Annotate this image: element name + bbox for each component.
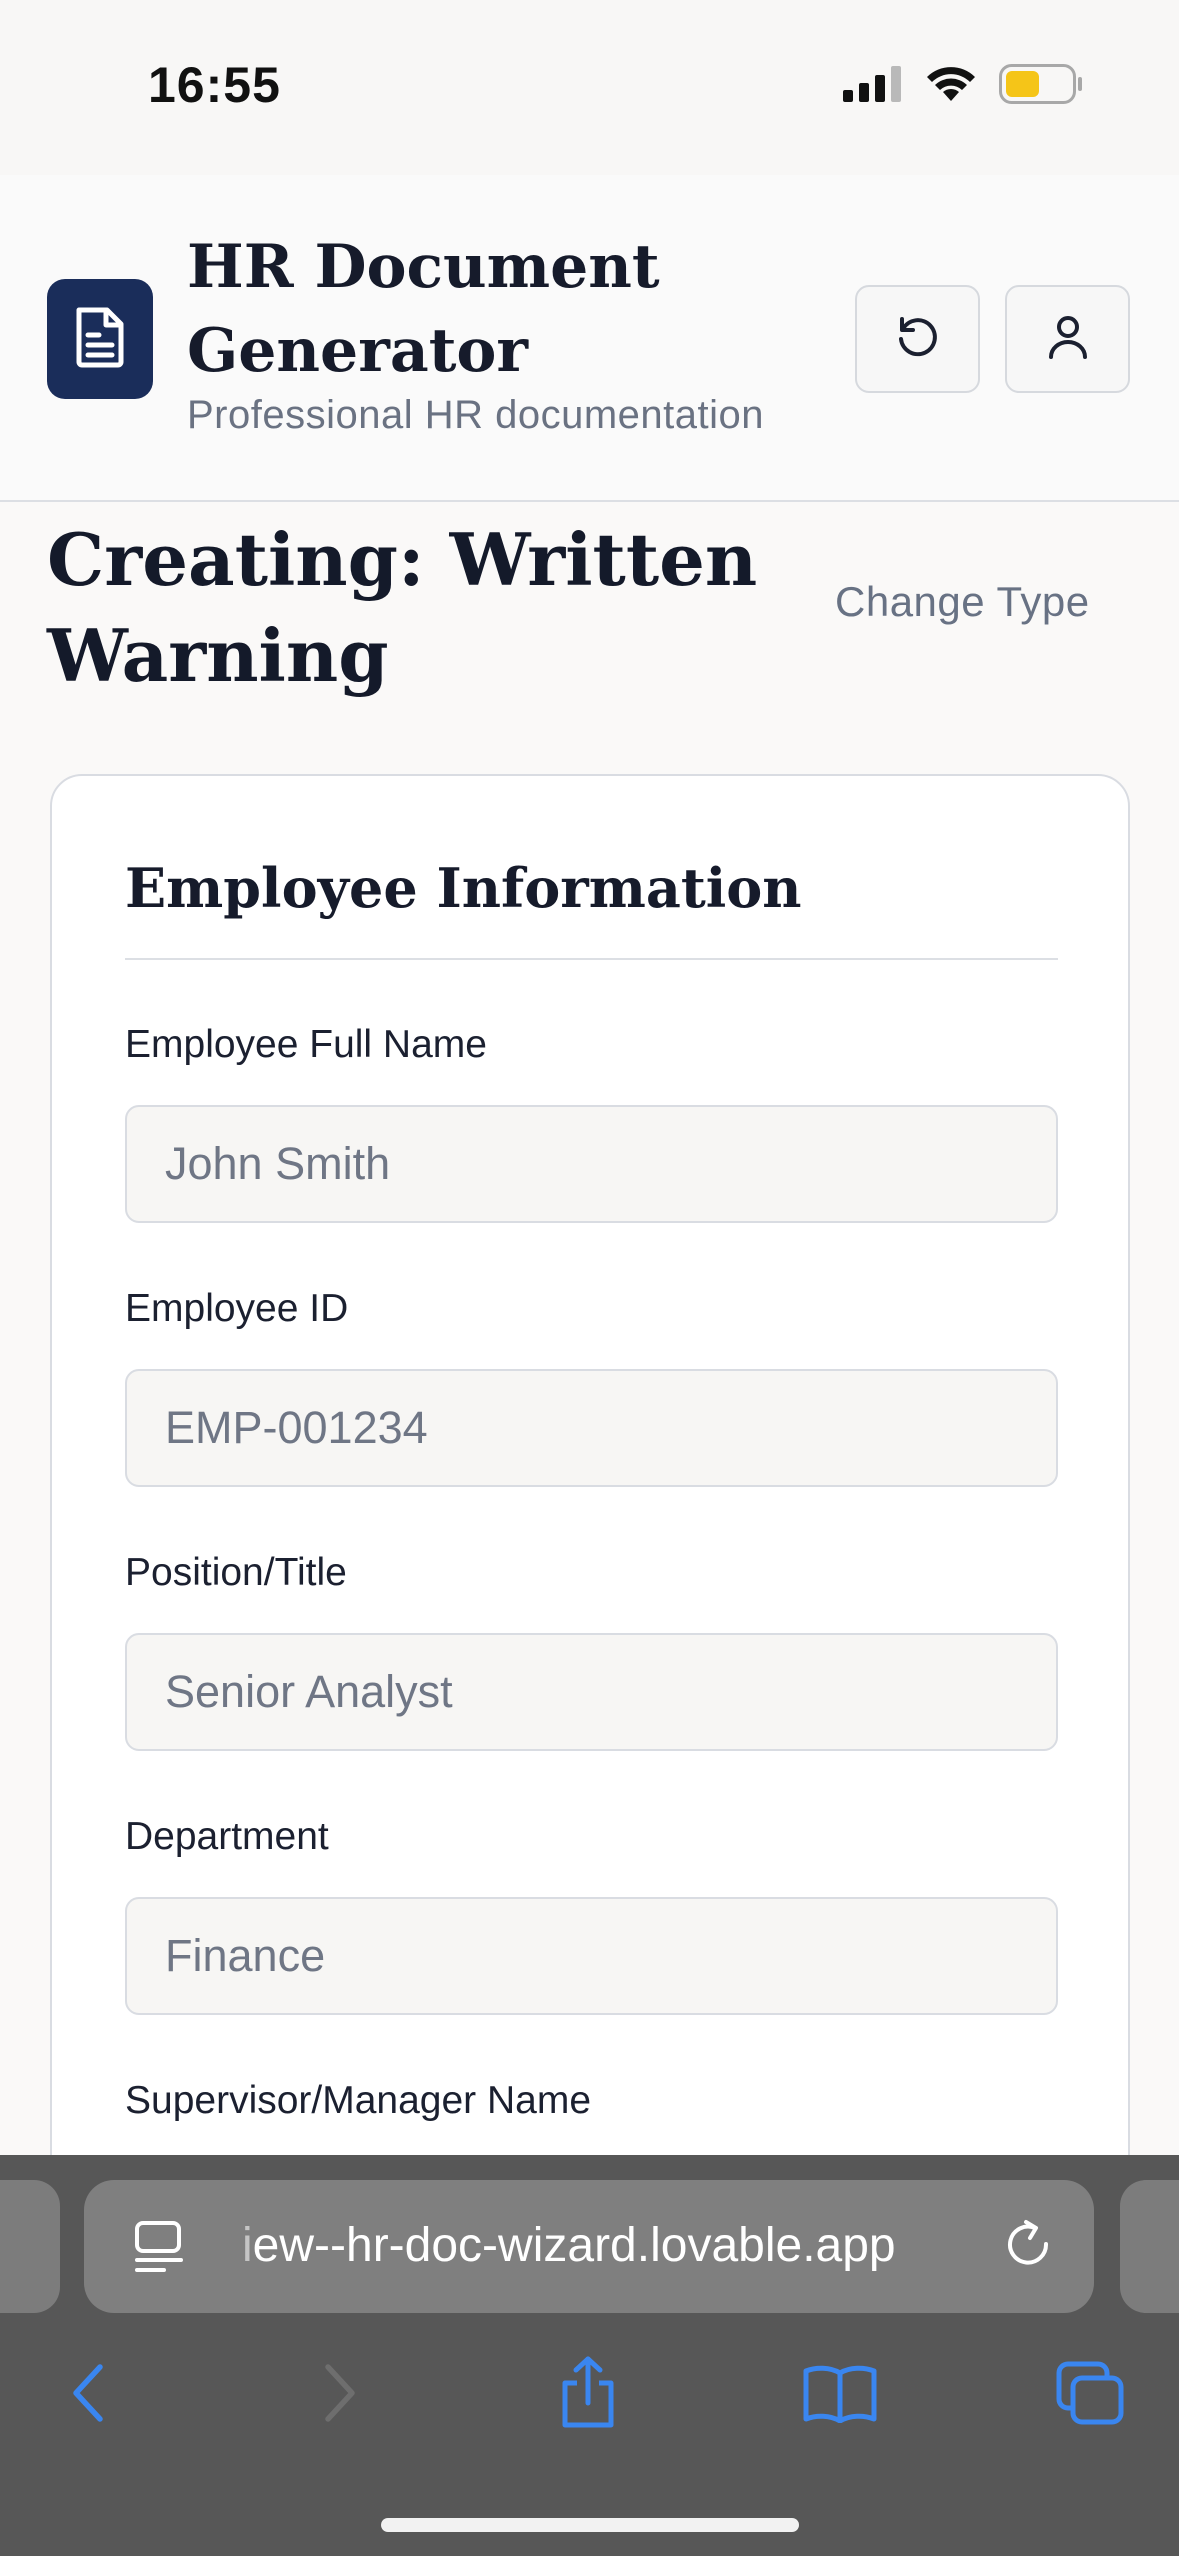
home-indicator [381,2518,799,2532]
user-icon [1046,313,1090,366]
reset-icon [894,313,942,366]
tabs-icon [1055,2360,1125,2431]
employee-name-input[interactable] [125,1105,1058,1223]
status-icons [843,64,1083,109]
bookmarks-icon [802,2363,878,2428]
forward-icon [320,2361,360,2430]
change-type-button[interactable]: Change Type [835,578,1090,626]
reset-button[interactable] [855,285,980,393]
reload-icon[interactable] [1002,2218,1056,2277]
supervisor-name-label: Supervisor/Manager Name [125,2079,592,2122]
back-icon [68,2361,108,2430]
share-button[interactable] [538,2345,638,2445]
previous-tab-preview[interactable] [0,2180,60,2313]
user-button[interactable] [1005,285,1130,393]
app-header: HR Document Generator Professional HR do… [0,175,1179,502]
section-divider [125,958,1058,960]
status-time: 16:55 [148,57,281,113]
position-input[interactable] [125,1633,1058,1751]
department-input[interactable] [125,1897,1058,2015]
employee-id-input[interactable] [125,1369,1058,1487]
bookmarks-button[interactable] [790,2345,890,2445]
employee-id-label: Employee ID [125,1287,349,1330]
url-faded-prefix: i [242,2219,253,2272]
section-title: Employee Information [125,856,802,920]
address-bar[interactable]: iew--hr-doc-wizard.lovable.app [84,2180,1094,2313]
app-subtitle: Professional HR documentation [187,393,765,437]
department-label: Department [125,1815,329,1858]
back-button[interactable] [38,2345,138,2445]
cellular-signal-icon [843,66,903,107]
share-icon [557,2355,619,2436]
document-icon [73,306,127,373]
app-logo [47,279,153,399]
status-bar: 16:55 [0,0,1179,175]
page-title: Creating: Written Warning [47,517,758,698]
next-tab-preview[interactable] [1120,2180,1179,2313]
wifi-icon [925,65,977,108]
forward-button[interactable] [290,2345,390,2445]
position-label: Position/Title [125,1551,347,1594]
url-main: ew--hr-doc-wizard.lovable.app [252,2219,896,2272]
page-menu-icon[interactable] [134,2220,184,2279]
tabs-button[interactable] [1040,2345,1140,2445]
battery-icon [999,64,1083,109]
employee-name-label: Employee Full Name [125,1023,487,1066]
app-title: HR Document Generator [187,232,660,386]
browser-toolbar: iew--hr-doc-wizard.lovable.app [0,2155,1179,2556]
url-text[interactable]: iew--hr-doc-wizard.lovable.app [242,2218,896,2273]
